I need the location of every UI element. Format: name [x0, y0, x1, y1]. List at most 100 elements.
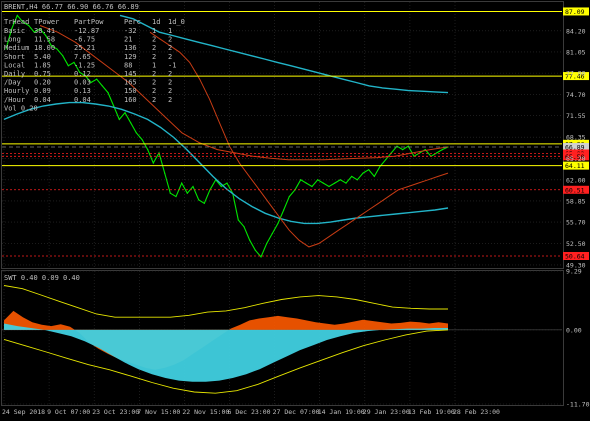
stats-col-header: 1d_0	[168, 18, 185, 26]
stats-cell: 25.21	[74, 44, 95, 52]
price-point	[118, 118, 120, 121]
stats-cell: 0.04	[74, 96, 91, 104]
stats-col-header: PartPow	[74, 18, 104, 26]
price-point	[436, 152, 438, 154]
price-point	[243, 226, 245, 228]
price-point	[317, 179, 319, 181]
stats-cell: 2	[152, 36, 156, 44]
stats-cell: 1	[152, 27, 156, 35]
time-tick-label: 9 Oct 07:00	[47, 408, 90, 416]
stats-row-label: Medium	[4, 44, 29, 52]
stats-col-header: TPower	[34, 18, 59, 26]
stats-cell: 0.13	[74, 87, 91, 95]
price-tag-red: 50.64	[565, 252, 585, 260]
time-tick-label: 13 Feb 19:00	[408, 408, 455, 416]
price-tag-yellow: 64.11	[565, 162, 585, 170]
price-point	[96, 78, 98, 80]
price-point	[62, 55, 64, 57]
price-point	[356, 179, 358, 181]
price-tick-label: 65.20	[566, 155, 586, 163]
series-cyan_area	[4, 323, 448, 382]
indicator-series-layer	[3, 285, 449, 394]
indicator-title: SWT 0.40 0.09 0.40	[4, 274, 80, 282]
stats-cell: 1	[152, 61, 156, 69]
stats-cell: 136	[124, 44, 137, 52]
stats-cell: 1	[168, 27, 172, 35]
stats-cell: 11.58	[34, 36, 55, 44]
time-tick-label: 29 Jan 23:00	[363, 408, 410, 416]
price-tick-label: 81.05	[566, 48, 586, 56]
price-point	[266, 242, 268, 245]
price-tick-label: 74.70	[566, 91, 586, 99]
time-axis: 24 Sep 2018 9 Oct 07:00 23 Oct 23:007 Nov …	[2, 408, 500, 416]
stats-row-label: /Day	[4, 79, 21, 87]
stats-cell: 160	[124, 96, 137, 104]
stats-cell: 0.09	[34, 87, 51, 95]
stats-cell: 2	[168, 70, 172, 78]
price-point	[113, 105, 115, 107]
price-point	[402, 148, 404, 151]
price-tag-yellow: 87.09	[565, 8, 585, 16]
stats-col-header: TrHead	[4, 18, 29, 26]
stats-col-header: Perc	[124, 18, 141, 26]
stats-cell: -1.25	[74, 61, 95, 69]
stats-cell: 2	[168, 36, 172, 44]
stats-cell: 150	[124, 87, 137, 95]
price-point	[254, 249, 256, 251]
price-tag-red: 60.51	[565, 186, 585, 194]
stats-row-label: Basic	[4, 27, 25, 35]
price-point	[226, 182, 228, 184]
price-point	[164, 172, 166, 174]
price-point	[334, 182, 336, 184]
price-point	[175, 195, 177, 198]
price-tick-label: 71.55	[566, 112, 586, 120]
price-tick-label: 77.90	[566, 70, 586, 78]
stats-row-label: Hourly	[4, 87, 29, 95]
stats-cell: 165	[124, 79, 137, 87]
stats-cell: -32	[124, 27, 137, 35]
stats-cell: 88	[124, 61, 132, 69]
price-tick-label: 52.50	[566, 240, 586, 248]
price-point	[186, 192, 188, 194]
price-point	[56, 48, 58, 50]
stats-cell: -12.87	[74, 27, 99, 35]
series-ma_red_fast	[39, 25, 449, 161]
price-series-layer	[3, 14, 449, 258]
stats-cell: 0.03	[74, 79, 91, 87]
series-upper_band	[3, 285, 448, 318]
time-tick-label: 27 Dec 07:00	[273, 408, 320, 416]
price-point	[277, 222, 279, 224]
series-ma_cyan	[3, 101, 449, 225]
time-tick-label: 24 Sep 2018	[2, 408, 45, 416]
stats-cell: 0.75	[34, 70, 51, 78]
price-point	[192, 185, 194, 188]
price-point	[67, 65, 69, 67]
stats-cell: 0.20	[34, 79, 51, 87]
price-point	[203, 202, 205, 204]
price-point	[271, 232, 273, 235]
stats-col-header: 1d	[152, 18, 160, 26]
price-tick-label: 68.35	[566, 134, 586, 142]
price-point	[152, 162, 154, 164]
price-point	[181, 182, 183, 184]
indicator-tick-label: 9.29	[566, 268, 582, 276]
price-point	[130, 122, 132, 124]
price-point	[220, 185, 222, 188]
indicator-tick-label: 0.00	[566, 326, 582, 334]
chart-window: 87.0977.4667.3666.8965.9265.5064.1160.51…	[0, 0, 590, 421]
stats-cell: -6.75	[74, 36, 95, 44]
price-tick-label: 55.70	[566, 219, 586, 227]
series-price	[5, 14, 449, 258]
price-point	[283, 209, 285, 211]
stats-footer: Vol 0.20	[4, 104, 38, 112]
stats-cell: 2	[152, 96, 156, 104]
price-point	[260, 256, 262, 258]
stats-cell: 2	[168, 53, 172, 61]
price-point	[351, 175, 353, 178]
stats-cell: 38.41	[34, 27, 55, 35]
stats-cell: 2	[152, 79, 156, 87]
stats-cell: 145	[124, 70, 137, 78]
time-tick-label: 23 Oct 23:00	[92, 408, 139, 416]
stats-row-label: Short	[4, 53, 25, 61]
time-tick-label: 22 Nov 15:00	[182, 408, 229, 416]
